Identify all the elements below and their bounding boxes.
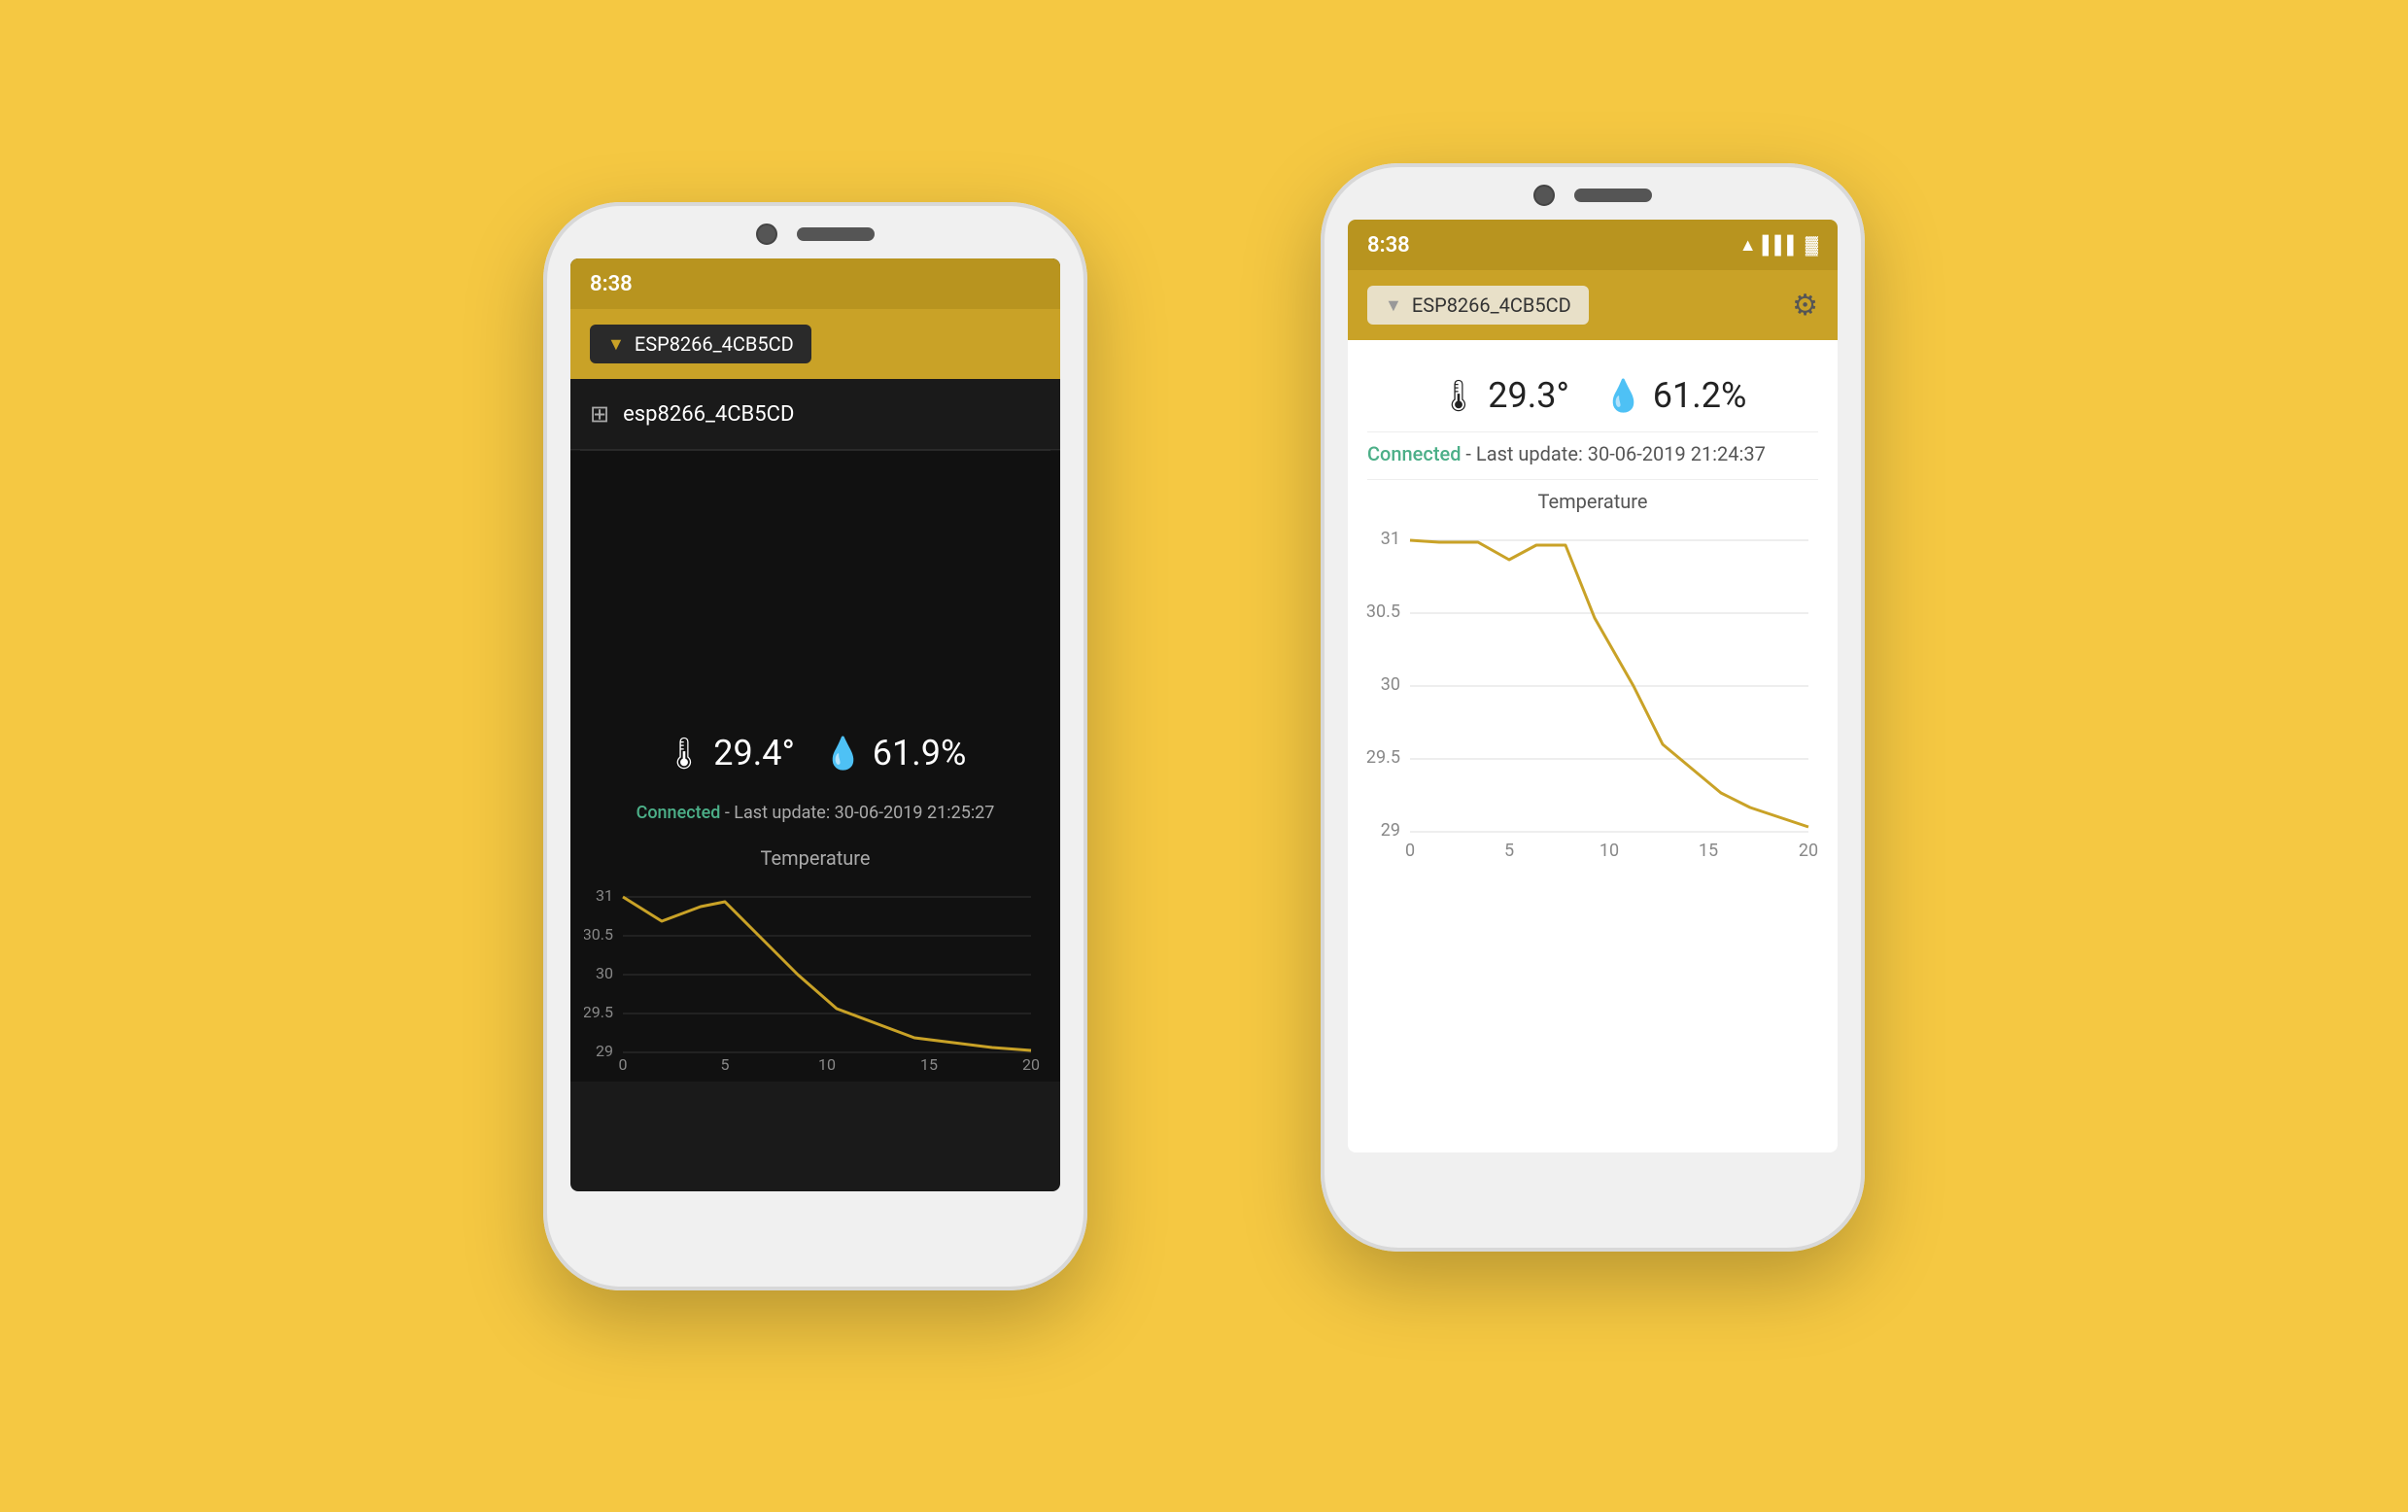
phone-right: 8:38 ▲ ▌▌▌ ▓ ▼ ESP8266_4CB5CD ⚙ [1321, 163, 1865, 1252]
last-update-left: - Last update: 30-06-2019 21:25:27 [720, 803, 994, 823]
svg-text:10: 10 [1600, 841, 1619, 861]
svg-text:30.5: 30.5 [584, 925, 613, 944]
chart-left: Temperature 29 29.5 30 30.5 31 0 [570, 837, 1060, 1082]
svg-text:29: 29 [1381, 820, 1400, 841]
signal-icon-right: ▌▌▌ [1763, 235, 1800, 256]
sensor-display-left: 🌡 29.4° 💧 61.9% [570, 704, 1060, 793]
camera-left [756, 223, 777, 245]
droplet-icon-left: 💧 [824, 735, 863, 772]
phones-container: 8:38 ▼ ESP8266_4CB5CD ⊞ esp8266_4CB5CD [427, 124, 1981, 1388]
phone-right-top-bar [1321, 163, 1865, 206]
svg-text:30: 30 [1381, 674, 1400, 695]
battery-icon-right: ▓ [1806, 235, 1818, 256]
dark-spacer-left [570, 451, 1060, 704]
device-selector-right[interactable]: ▼ ESP8266_4CB5CD [1367, 286, 1589, 325]
wifi-icon-right: ▲ [1739, 235, 1757, 256]
phone-right-screen: 8:38 ▲ ▌▌▌ ▓ ▼ ESP8266_4CB5CD ⚙ [1348, 220, 1838, 1152]
device-list-left: ⊞ esp8266_4CB5CD [570, 379, 1060, 451]
device-item-left[interactable]: ⊞ esp8266_4CB5CD [570, 379, 1060, 450]
status-bar-left: 8:38 [570, 258, 1060, 309]
phone-left: 8:38 ▼ ESP8266_4CB5CD ⊞ esp8266_4CB5CD [543, 202, 1087, 1290]
svg-text:15: 15 [1699, 841, 1718, 861]
chip-icon-left: ⊞ [590, 400, 609, 428]
sensor-display-right: 🌡 29.3° 💧 61.2% [1348, 340, 1838, 431]
gear-icon-right[interactable]: ⚙ [1792, 289, 1818, 323]
svg-text:31: 31 [596, 886, 613, 905]
connected-label-right: Connected [1367, 442, 1461, 465]
device-name-left: ESP8266_4CB5CD [635, 332, 794, 356]
last-update-right: - Last update: 30-06-2019 21:24:37 [1461, 442, 1765, 465]
device-selector-left[interactable]: ▼ ESP8266_4CB5CD [590, 325, 811, 363]
chart-title-right: Temperature [1361, 490, 1824, 513]
speaker-left [797, 227, 875, 241]
connected-label-left: Connected [636, 803, 721, 823]
dropdown-arrow-right: ▼ [1385, 295, 1402, 316]
svg-text:5: 5 [1504, 841, 1514, 861]
temperature-display-right: 🌡 29.3° [1439, 375, 1569, 416]
connected-bar-left: Connected - Last update: 30-06-2019 21:2… [570, 793, 1060, 837]
dropdown-arrow-left: ▼ [607, 334, 625, 355]
phone-left-top-bar [543, 202, 1087, 245]
svg-text:29.5: 29.5 [584, 1003, 613, 1021]
humidity-display-left: 💧 61.9% [824, 733, 966, 773]
camera-right [1533, 185, 1555, 206]
svg-text:20: 20 [1022, 1055, 1040, 1072]
humidity-value-left: 61.9% [873, 733, 967, 773]
svg-text:29: 29 [596, 1042, 613, 1060]
svg-text:29.5: 29.5 [1366, 747, 1400, 768]
svg-text:5: 5 [721, 1055, 730, 1072]
speaker-right [1574, 189, 1652, 202]
chart-right: Temperature 29 29.5 30 30.5 31 [1348, 480, 1838, 904]
app-bar-right: ▼ ESP8266_4CB5CD ⚙ [1348, 270, 1838, 340]
humidity-display-right: 💧 61.2% [1604, 375, 1746, 416]
svg-text:0: 0 [1405, 841, 1415, 861]
chart-svg-left: 29 29.5 30 30.5 31 0 5 10 15 20 [584, 877, 1050, 1072]
temperature-value-right: 29.3° [1488, 375, 1569, 416]
svg-text:31: 31 [1381, 529, 1400, 549]
white-content: 🌡 29.3° 💧 61.2% Connected - Last update:… [1348, 340, 1838, 904]
svg-text:0: 0 [619, 1055, 628, 1072]
status-bar-right: 8:38 ▲ ▌▌▌ ▓ [1348, 220, 1838, 270]
svg-text:10: 10 [818, 1055, 836, 1072]
temperature-value-left: 29.4° [713, 733, 795, 773]
chart-title-left: Temperature [584, 846, 1047, 870]
svg-text:15: 15 [920, 1055, 938, 1072]
app-bar-left: ▼ ESP8266_4CB5CD [570, 309, 1060, 379]
temperature-display-left: 🌡 29.4° [665, 733, 795, 773]
device-name-right: ESP8266_4CB5CD [1412, 293, 1571, 317]
phone-left-screen: 8:38 ▼ ESP8266_4CB5CD ⊞ esp8266_4CB5CD [570, 258, 1060, 1191]
time-left: 8:38 [590, 272, 633, 296]
svg-text:20: 20 [1799, 841, 1818, 861]
status-icons-right: ▲ ▌▌▌ ▓ [1739, 235, 1818, 256]
connected-bar-right: Connected - Last update: 30-06-2019 21:2… [1348, 432, 1838, 479]
humidity-value-right: 61.2% [1653, 375, 1747, 416]
device-label-left: esp8266_4CB5CD [623, 402, 794, 427]
svg-text:30: 30 [596, 964, 613, 982]
chart-svg-right: 29 29.5 30 30.5 31 0 5 10 15 20 [1361, 521, 1828, 890]
thermometer-icon-left: 🌡 [665, 735, 705, 772]
svg-text:30.5: 30.5 [1366, 601, 1400, 622]
time-right: 8:38 [1367, 233, 1410, 258]
droplet-icon-right: 💧 [1604, 377, 1643, 414]
thermometer-icon-right: 🌡 [1439, 377, 1479, 414]
